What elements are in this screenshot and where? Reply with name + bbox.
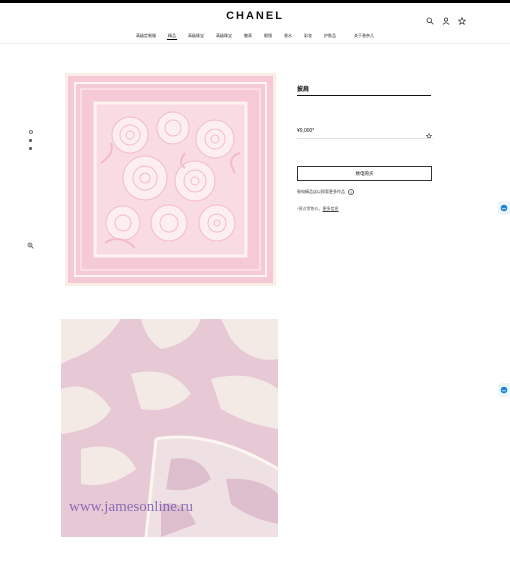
price-note-text: *建议零售价。 xyxy=(297,206,323,211)
chat-widget-icon-secondary[interactable] xyxy=(498,383,510,397)
price-note: *建议零售价。更多信息 xyxy=(297,206,339,212)
wishlist-star-icon[interactable] xyxy=(425,126,433,140)
nav-item-skincare[interactable]: 护肤品 xyxy=(323,33,337,40)
price-divider xyxy=(297,138,433,139)
star-icon[interactable] xyxy=(457,12,467,26)
gallery-dot-1[interactable] xyxy=(29,130,33,134)
call-to-buy-button[interactable]: 致电购买 xyxy=(297,166,432,181)
chat-widget-icon[interactable] xyxy=(498,201,510,215)
gallery-pagination xyxy=(29,130,33,150)
nav-item-about[interactable]: 关于香奈儿 xyxy=(353,33,375,40)
gallery-dot-3[interactable] xyxy=(29,147,32,150)
product-price: ¥9,000* xyxy=(297,128,315,134)
nav-item-makeup[interactable]: 彩妆 xyxy=(303,33,313,40)
header-icons xyxy=(426,12,467,26)
more-info-link[interactable]: 更多信息 xyxy=(323,206,339,211)
scarf-detail-image[interactable]: www.jamesonline.ru xyxy=(61,319,278,537)
nav-item-fashion-jewelry[interactable]: 高级珠宝 xyxy=(187,33,205,40)
scarf-product-image[interactable] xyxy=(65,73,276,286)
help-icon[interactable]: ? xyxy=(348,189,354,195)
store-info-row: 致电精品店以探索更多作品 ? xyxy=(297,189,354,195)
header-divider xyxy=(0,43,510,44)
main-nav: 高级定制服 精品 高级珠宝 高级珠宝 腕表 眼镜 香水 彩妆 护肤品 关于香奈儿 xyxy=(0,33,510,40)
nav-item-fine-jewelry[interactable]: 高级珠宝 xyxy=(215,33,233,40)
nav-item-haute-couture[interactable]: 高级定制服 xyxy=(135,33,157,40)
search-icon[interactable] xyxy=(426,12,434,25)
title-underline xyxy=(297,95,431,96)
nav-item-eyewear[interactable]: 眼镜 xyxy=(263,33,273,40)
gallery-dot-2[interactable] xyxy=(29,139,32,142)
zoom-icon[interactable] xyxy=(27,236,34,249)
product-title: 披肩 xyxy=(297,87,310,93)
nav-item-fashion[interactable]: 精品 xyxy=(167,33,177,40)
nav-item-watches[interactable]: 腕表 xyxy=(243,33,253,40)
watermark-text: www.jamesonline.ru xyxy=(69,499,193,515)
store-link[interactable]: 致电精品店以探索更多作品 xyxy=(297,189,345,195)
nav-item-fragrance[interactable]: 香水 xyxy=(283,33,293,40)
user-icon[interactable] xyxy=(442,12,450,25)
top-bar xyxy=(0,0,510,3)
